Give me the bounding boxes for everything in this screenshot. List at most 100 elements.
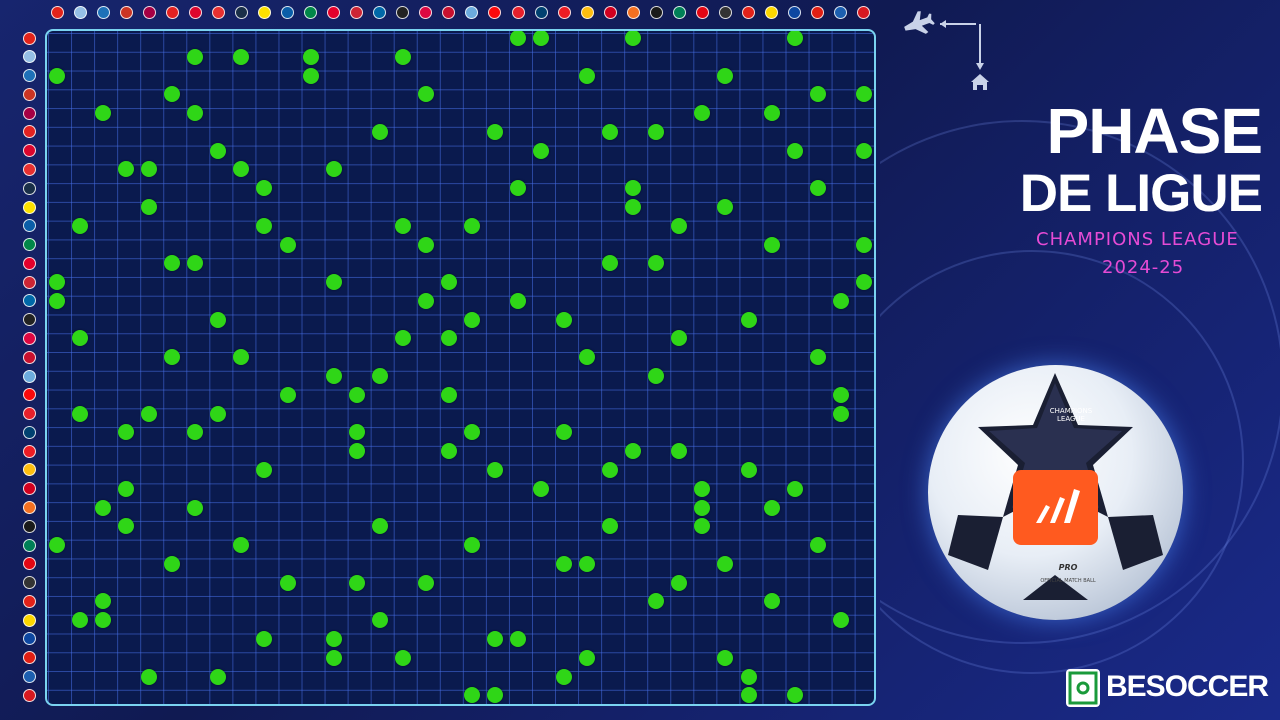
match-dot xyxy=(602,123,619,140)
crest-sturm-graz-icon xyxy=(23,576,36,590)
crest-ac-milan-icon xyxy=(23,388,36,402)
match-dot xyxy=(832,405,849,422)
match-dot xyxy=(279,236,296,253)
match-dot xyxy=(72,405,89,422)
crest-girona-icon xyxy=(350,6,364,19)
match-dot xyxy=(394,330,411,347)
competition-name: CHAMPIONS LEAGUE xyxy=(1036,229,1239,250)
match-dot xyxy=(510,630,526,647)
crest-barcelona-icon xyxy=(23,106,36,120)
match-dot xyxy=(440,330,457,347)
match-dot xyxy=(786,142,803,159)
match-dot xyxy=(717,555,734,572)
match-dot xyxy=(49,537,65,554)
match-dot xyxy=(164,255,181,272)
ball-official-text: OFFICIAL MATCH BALL xyxy=(1040,578,1096,584)
crest-red-bull-salzburg-icon xyxy=(23,482,36,496)
match-dot xyxy=(832,612,849,629)
crest-shakhtar-donetsk-icon xyxy=(626,6,640,19)
match-dot xyxy=(533,31,550,46)
match-dot xyxy=(118,161,135,178)
crest-real-madrid-icon xyxy=(23,463,36,477)
match-dot xyxy=(556,668,573,685)
match-dot xyxy=(325,630,342,647)
crest-arsenal-icon xyxy=(23,31,36,45)
crest-psv-icon xyxy=(23,444,36,458)
match-dot xyxy=(440,386,457,403)
match-dot xyxy=(394,48,411,65)
crest-benfica-icon xyxy=(23,162,36,176)
match-dot xyxy=(302,48,319,65)
pitch-icon xyxy=(1066,669,1100,707)
crest-shakhtar-donetsk-icon xyxy=(23,501,36,514)
match-dot xyxy=(371,368,388,385)
crest-feyenoord-icon xyxy=(23,256,36,270)
match-dot xyxy=(95,593,112,610)
crest-lille-icon xyxy=(23,651,36,665)
match-dot xyxy=(348,424,365,441)
home-arrow-head xyxy=(976,63,984,70)
match-dot xyxy=(763,105,780,122)
match-dot xyxy=(371,123,388,140)
crest-paris-saint-germain-icon xyxy=(23,425,36,439)
crest-crvena-zvezda-icon xyxy=(23,688,36,702)
match-dot xyxy=(625,31,642,46)
match-dot xyxy=(164,349,181,366)
crest-stuttgart-icon xyxy=(23,594,36,608)
crest-sparta-praha-icon xyxy=(23,519,36,533)
match-dot xyxy=(256,217,273,234)
match-dot xyxy=(279,386,296,403)
match-dot xyxy=(463,687,480,704)
match-dot xyxy=(602,461,619,478)
crest-aston-villa-icon xyxy=(73,6,87,19)
match-dot xyxy=(233,537,250,554)
crest-manchester-city-icon xyxy=(465,6,479,19)
match-dot xyxy=(556,424,573,441)
crest-red-bull-salzburg-icon xyxy=(603,6,617,19)
match-dot xyxy=(325,368,342,385)
match-dot xyxy=(579,649,596,666)
match-dot xyxy=(49,274,65,291)
crest-bayern-munich-icon xyxy=(23,144,36,158)
crest-inter-icon xyxy=(23,294,36,308)
crest-young-boys-icon xyxy=(765,6,779,19)
crest-rb-leipzig-icon xyxy=(419,6,433,19)
match-dot xyxy=(72,330,89,347)
match-dot xyxy=(763,593,780,610)
match-dot xyxy=(809,86,826,103)
match-dot xyxy=(95,499,112,516)
title-line-2: DE LIGUE xyxy=(1019,164,1263,223)
crest-atletico-madrid-icon xyxy=(119,6,133,19)
match-dot xyxy=(648,368,665,385)
crest-real-madrid-icon xyxy=(580,6,594,19)
crest-celtic-icon xyxy=(304,6,318,19)
match-dot xyxy=(694,105,711,122)
crest-liverpool-icon xyxy=(442,6,456,19)
info-panel: PHASE DE LIGUE CHAMPIONS LEAGUE 2024-25 … xyxy=(880,0,1280,720)
crest-crvena-zvezda-icon xyxy=(857,6,871,19)
match-dot xyxy=(556,311,573,328)
match-dot xyxy=(233,349,250,366)
match-dot xyxy=(141,405,158,422)
match-dot xyxy=(602,255,619,272)
match-dot xyxy=(648,255,665,272)
crest-aston-villa-icon xyxy=(23,50,36,64)
crest-monaco-icon xyxy=(23,407,36,421)
match-dot xyxy=(579,349,596,366)
match-dot xyxy=(786,687,803,704)
crest-borussia-dortmund-icon xyxy=(23,200,36,214)
match-dot xyxy=(486,123,503,140)
match-dot xyxy=(256,630,273,647)
crest-celtic-icon xyxy=(23,238,36,252)
crest-atletico-madrid-icon xyxy=(23,87,36,101)
match-dot xyxy=(394,217,411,234)
crest-manchester-city-icon xyxy=(23,369,36,383)
match-dot xyxy=(809,180,826,197)
match-dot xyxy=(510,180,526,197)
match-dot xyxy=(579,67,596,84)
match-dot xyxy=(49,292,65,309)
ball-logo-text: CHAMPIONS LEAGUE xyxy=(1049,407,1093,423)
match-dot xyxy=(648,593,665,610)
match-dot xyxy=(463,217,480,234)
match-dot xyxy=(118,424,135,441)
